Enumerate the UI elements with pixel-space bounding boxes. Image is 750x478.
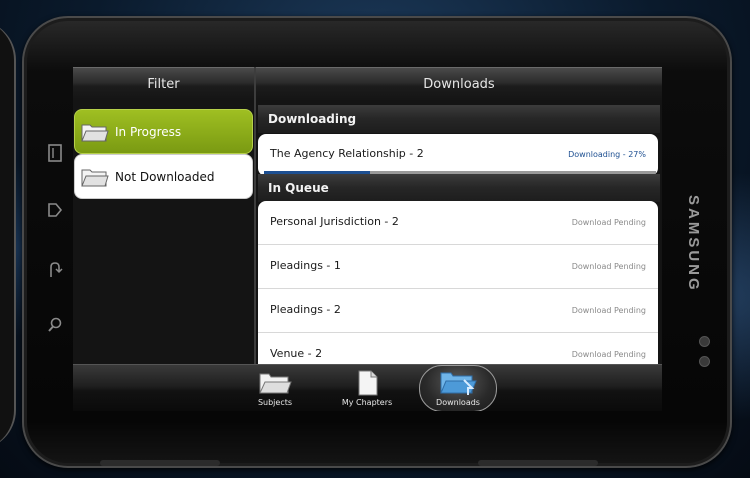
tablet-bottom-notch-left bbox=[100, 460, 220, 466]
queue-item-status: Download Pending bbox=[571, 218, 646, 227]
document-icon bbox=[358, 370, 378, 396]
tab-subjects[interactable]: Subjects bbox=[235, 368, 315, 410]
queue-item-status: Download Pending bbox=[571, 350, 646, 359]
menu-key-icon[interactable] bbox=[44, 144, 66, 166]
camera-dot bbox=[699, 356, 710, 367]
tablet-bottom-notch-right bbox=[478, 460, 598, 466]
queue-item-title: Pleadings - 2 bbox=[270, 303, 341, 316]
queue-row[interactable]: Pleadings - 1 Download Pending bbox=[258, 245, 658, 289]
folder-icon bbox=[259, 373, 292, 394]
downloads-header: Downloads bbox=[256, 67, 662, 101]
queue-row[interactable]: Personal Jurisdiction - 2 Download Pendi… bbox=[258, 201, 658, 245]
queue-item-status: Download Pending bbox=[571, 262, 646, 271]
downloading-card: The Agency Relationship - 2 Downloading … bbox=[258, 134, 658, 176]
filter-pane: In Progress Not Downloaded bbox=[73, 100, 254, 364]
tab-downloads[interactable]: Downloads bbox=[419, 365, 497, 411]
queue-card: Personal Jurisdiction - 2 Download Pendi… bbox=[258, 201, 658, 364]
download-title: The Agency Relationship - 2 bbox=[270, 147, 424, 160]
filter-item-label: Not Downloaded bbox=[115, 169, 215, 184]
tab-my-chapters[interactable]: My Chapters bbox=[327, 368, 407, 410]
tab-label: Subjects bbox=[257, 398, 293, 407]
queue-row[interactable]: Pleadings - 2 Download Pending bbox=[258, 289, 658, 333]
queue-item-title: Venue - 2 bbox=[270, 347, 323, 360]
tab-label: Downloads bbox=[436, 398, 480, 407]
filter-item-in-progress[interactable]: In Progress bbox=[74, 109, 253, 154]
filter-item-not-downloaded[interactable]: Not Downloaded bbox=[74, 154, 253, 199]
adjacent-device-edge bbox=[0, 20, 16, 450]
queue-row[interactable]: Venue - 2 Download Pending bbox=[258, 333, 658, 364]
brand-logo: SAMSUNG bbox=[685, 195, 702, 293]
folder-icon bbox=[81, 124, 109, 141]
home-key-icon[interactable] bbox=[44, 201, 66, 223]
tab-bar: Subjects My Chapters Downloads bbox=[73, 364, 662, 411]
filter-header: Filter bbox=[73, 67, 254, 101]
queue-item-status: Download Pending bbox=[571, 306, 646, 315]
queue-section-title: In Queue bbox=[258, 174, 660, 202]
queue-item-title: Personal Jurisdiction - 2 bbox=[270, 215, 399, 228]
download-status: Downloading - 27% bbox=[568, 150, 646, 159]
tab-label: My Chapters bbox=[341, 398, 393, 407]
download-folder-icon bbox=[440, 372, 477, 395]
download-row-active[interactable]: The Agency Relationship - 2 Downloading … bbox=[258, 134, 658, 176]
filter-item-label: In Progress bbox=[115, 124, 182, 139]
sensor-dot bbox=[699, 336, 710, 347]
folder-icon bbox=[81, 169, 109, 186]
search-key-icon[interactable] bbox=[44, 317, 66, 339]
back-key-icon[interactable] bbox=[44, 261, 66, 283]
app-screen: Filter Downloads In Progress Not Downloa… bbox=[73, 67, 662, 411]
queue-item-title: Pleadings - 1 bbox=[270, 259, 341, 272]
downloading-section-title: Downloading bbox=[258, 105, 660, 133]
downloads-pane: Downloading The Agency Relationship - 2 … bbox=[256, 100, 662, 364]
